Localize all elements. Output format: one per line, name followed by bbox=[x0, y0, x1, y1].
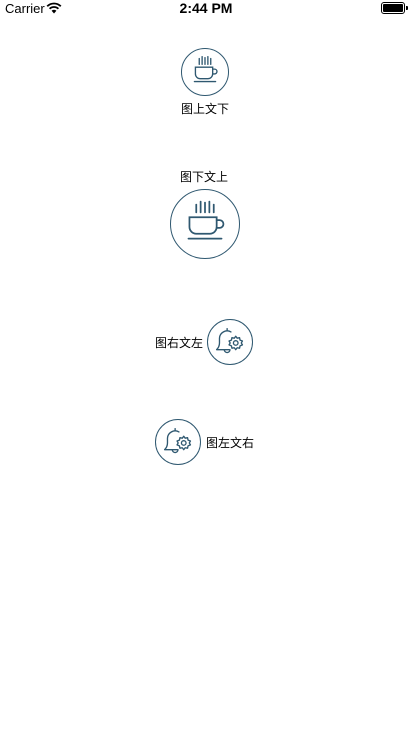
button-text-top-image-bottom[interactable]: 图下文上 bbox=[170, 166, 242, 260]
button-text-left-image-right[interactable]: 图右文左 bbox=[152, 318, 256, 366]
coffee-cup-icon bbox=[170, 189, 240, 259]
button-label: 图上文下 bbox=[181, 102, 230, 116]
coffee-cup-icon bbox=[181, 48, 229, 96]
bell-gear-icon bbox=[155, 419, 201, 465]
status-time: 2:44 PM bbox=[179, 0, 233, 16]
button-label: 图左文右 bbox=[206, 436, 255, 450]
battery-icon bbox=[381, 2, 408, 14]
button-image-left-text-right[interactable]: 图左文右 bbox=[154, 418, 258, 466]
button-image-top-text-bottom[interactable]: 图上文下 bbox=[170, 46, 240, 118]
button-label: 图右文左 bbox=[155, 336, 204, 350]
bell-gear-icon bbox=[207, 319, 253, 365]
button-label: 图下文上 bbox=[180, 170, 229, 184]
status-bar: Carrier 2:44 PM bbox=[0, 0, 412, 20]
